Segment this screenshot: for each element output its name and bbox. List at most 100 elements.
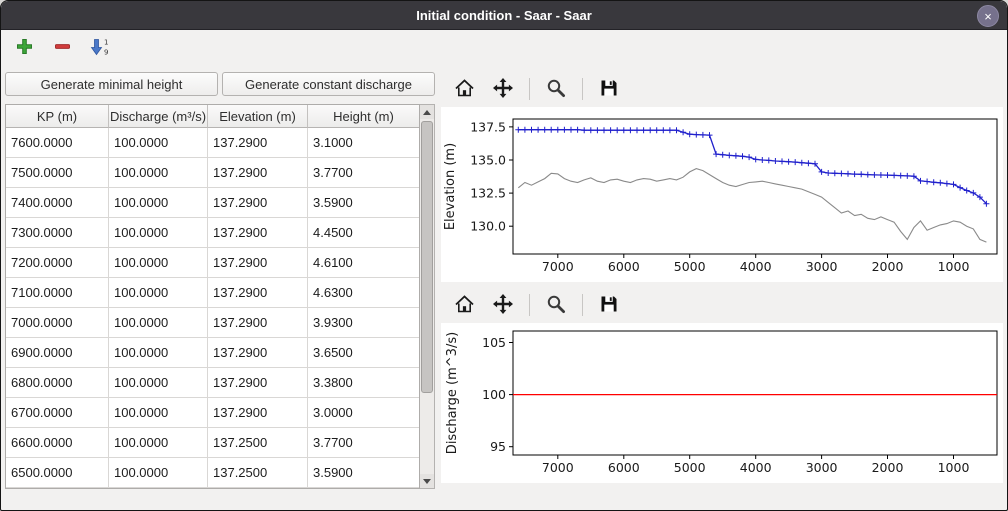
generate-constant-discharge-button[interactable]: Generate constant discharge [222, 72, 435, 96]
table-cell[interactable]: 7400.0000 [6, 188, 109, 218]
table-cell[interactable]: 6500.0000 [6, 458, 109, 488]
table-cell[interactable]: 4.6300 [308, 278, 419, 308]
table-cell[interactable]: 7300.0000 [6, 218, 109, 248]
generate-minimal-height-button[interactable]: Generate minimal height [5, 72, 218, 96]
add-row-button[interactable] [11, 35, 37, 61]
table-cell[interactable]: 100.0000 [109, 338, 208, 368]
column-header[interactable]: KP (m) [6, 105, 109, 128]
remove-row-button[interactable] [49, 35, 75, 61]
table-row: 7100.0000100.0000137.29004.6300 [6, 278, 419, 308]
table-cell[interactable]: 3.0000 [308, 398, 419, 428]
table-cell[interactable]: 7100.0000 [6, 278, 109, 308]
table-cell[interactable]: 7500.0000 [6, 158, 109, 188]
svg-text:6000: 6000 [608, 460, 640, 475]
table-row: 6800.0000100.0000137.29003.3800 [6, 368, 419, 398]
close-button[interactable]: × [977, 5, 999, 27]
table-cell[interactable]: 137.2900 [208, 338, 308, 368]
save-icon [599, 78, 619, 101]
table-body: 7600.0000100.0000137.29003.10007500.0000… [6, 128, 419, 488]
elevation-chart[interactable]: 7000600050004000300020001000137.5135.013… [441, 107, 1003, 282]
table-cell[interactable]: 100.0000 [109, 248, 208, 278]
table-cell[interactable]: 137.2900 [208, 248, 308, 278]
table-row: 7500.0000100.0000137.29003.7700 [6, 158, 419, 188]
pan-button[interactable] [490, 76, 516, 102]
table-cell[interactable]: 100.0000 [109, 128, 208, 158]
zoom-icon [546, 294, 566, 317]
zoom-button[interactable] [543, 76, 569, 102]
scrollbar-down-button[interactable] [420, 474, 434, 488]
svg-text:5000: 5000 [674, 259, 706, 274]
scrollbar-track[interactable] [420, 119, 434, 474]
column-header[interactable]: Height (m) [308, 105, 419, 128]
svg-text:105: 105 [482, 335, 506, 350]
svg-text:95: 95 [490, 439, 506, 454]
svg-text:Discharge (m^3/s): Discharge (m^3/s) [445, 332, 460, 454]
table-cell[interactable]: 7000.0000 [6, 308, 109, 338]
table-cell[interactable]: 4.4500 [308, 218, 419, 248]
toolbar-separator [529, 294, 530, 316]
table-cell[interactable]: 3.6500 [308, 338, 419, 368]
table-cell[interactable]: 137.2500 [208, 458, 308, 488]
save-button[interactable] [596, 292, 622, 318]
table-cell[interactable]: 137.2900 [208, 398, 308, 428]
table-cell[interactable]: 100.0000 [109, 218, 208, 248]
table-row: 7200.0000100.0000137.29004.6100 [6, 248, 419, 278]
toolbar-separator [582, 78, 583, 100]
table-row: 7400.0000100.0000137.29003.5900 [6, 188, 419, 218]
home-button[interactable] [451, 292, 477, 318]
column-header[interactable]: Elevation (m) [208, 105, 308, 128]
table-cell[interactable]: 100.0000 [109, 278, 208, 308]
svg-text:3000: 3000 [806, 259, 838, 274]
table-cell[interactable]: 100.0000 [109, 428, 208, 458]
save-button[interactable] [596, 76, 622, 102]
table-cell[interactable]: 3.5900 [308, 188, 419, 218]
table-cell[interactable]: 4.6100 [308, 248, 419, 278]
discharge-chart[interactable]: 700060005000400030002000100010510095Disc… [441, 323, 1003, 483]
scrollbar-thumb[interactable] [421, 121, 433, 393]
table-cell[interactable]: 6900.0000 [6, 338, 109, 368]
table-cell[interactable]: 100.0000 [109, 308, 208, 338]
table-cell[interactable]: 3.1000 [308, 128, 419, 158]
elevation-chart-area: 7000600050004000300020001000137.5135.013… [441, 107, 1003, 282]
table-cell[interactable]: 6700.0000 [6, 398, 109, 428]
svg-text:4000: 4000 [740, 259, 772, 274]
left-panel: Generate minimal height Generate constan… [5, 72, 435, 489]
add-icon [16, 38, 33, 58]
table-cell[interactable]: 6600.0000 [6, 428, 109, 458]
table-cell[interactable]: 137.2900 [208, 278, 308, 308]
sort-button[interactable]: 1 9 [87, 35, 113, 61]
table-row: 6500.0000100.0000137.25003.5900 [6, 458, 419, 488]
table-row: 6900.0000100.0000137.29003.6500 [6, 338, 419, 368]
scrollbar-up-button[interactable] [420, 105, 434, 119]
table-cell[interactable]: 7600.0000 [6, 128, 109, 158]
column-header[interactable]: Discharge (m³/s) [109, 105, 208, 128]
table-cell[interactable]: 137.2900 [208, 128, 308, 158]
table-cell[interactable]: 100.0000 [109, 398, 208, 428]
table-cell[interactable]: 100.0000 [109, 158, 208, 188]
remove-icon [54, 38, 71, 58]
table-cell[interactable]: 3.9300 [308, 308, 419, 338]
table-cell[interactable]: 137.2900 [208, 218, 308, 248]
table-cell[interactable]: 100.0000 [109, 188, 208, 218]
table-cell[interactable]: 100.0000 [109, 368, 208, 398]
home-button[interactable] [451, 76, 477, 102]
table-cell[interactable]: 100.0000 [109, 458, 208, 488]
table-cell[interactable]: 3.7700 [308, 158, 419, 188]
table-cell[interactable]: 3.7700 [308, 428, 419, 458]
svg-text:Elevation (m): Elevation (m) [443, 143, 458, 230]
table-cell[interactable]: 6800.0000 [6, 368, 109, 398]
table-cell[interactable]: 137.2500 [208, 428, 308, 458]
table-cell[interactable]: 137.2900 [208, 308, 308, 338]
svg-text:9: 9 [104, 48, 108, 56]
table-cell[interactable]: 7200.0000 [6, 248, 109, 278]
table-cell[interactable]: 137.2900 [208, 158, 308, 188]
table-cell[interactable]: 137.2900 [208, 368, 308, 398]
table-row: 6600.0000100.0000137.25003.7700 [6, 428, 419, 458]
table-cell[interactable]: 3.5900 [308, 458, 419, 488]
zoom-button[interactable] [543, 292, 569, 318]
pan-button[interactable] [490, 292, 516, 318]
titlebar[interactable]: Initial condition - Saar - Saar × [1, 1, 1007, 30]
table-cell[interactable]: 3.3800 [308, 368, 419, 398]
table-cell[interactable]: 137.2900 [208, 188, 308, 218]
vertical-scrollbar[interactable] [420, 104, 435, 489]
